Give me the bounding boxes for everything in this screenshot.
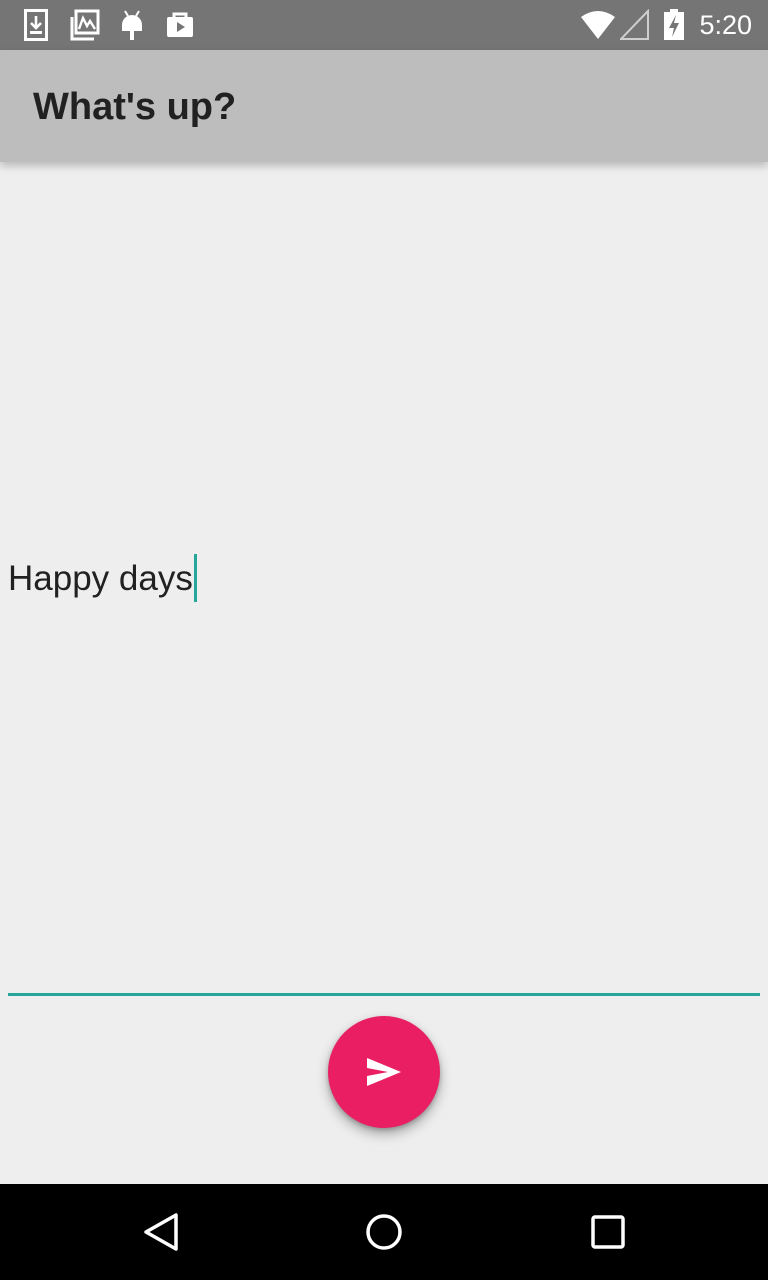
wifi-icon xyxy=(580,9,616,46)
recents-icon[interactable] xyxy=(588,1212,628,1257)
back-icon[interactable] xyxy=(142,1212,182,1257)
send-icon xyxy=(366,1057,402,1087)
gallery-icon xyxy=(70,9,100,46)
page-title: What's up? xyxy=(33,86,237,128)
navigation-bar xyxy=(0,1184,768,1280)
status-time: 5:20 xyxy=(699,10,752,40)
battery-charging-icon xyxy=(663,9,685,46)
download-icon xyxy=(24,9,48,46)
content-area: Happy days xyxy=(0,162,768,1184)
message-input[interactable]: Happy days xyxy=(8,162,760,996)
store-icon xyxy=(165,9,195,46)
home-icon[interactable] xyxy=(364,1212,404,1257)
message-text[interactable]: Happy days xyxy=(8,553,193,603)
send-button[interactable] xyxy=(328,1016,440,1128)
status-bar: 5:20 xyxy=(0,0,768,50)
android-icon xyxy=(120,9,144,46)
app-bar: What's up? xyxy=(0,50,768,162)
text-cursor xyxy=(193,553,197,602)
cell-signal-icon xyxy=(618,8,650,46)
